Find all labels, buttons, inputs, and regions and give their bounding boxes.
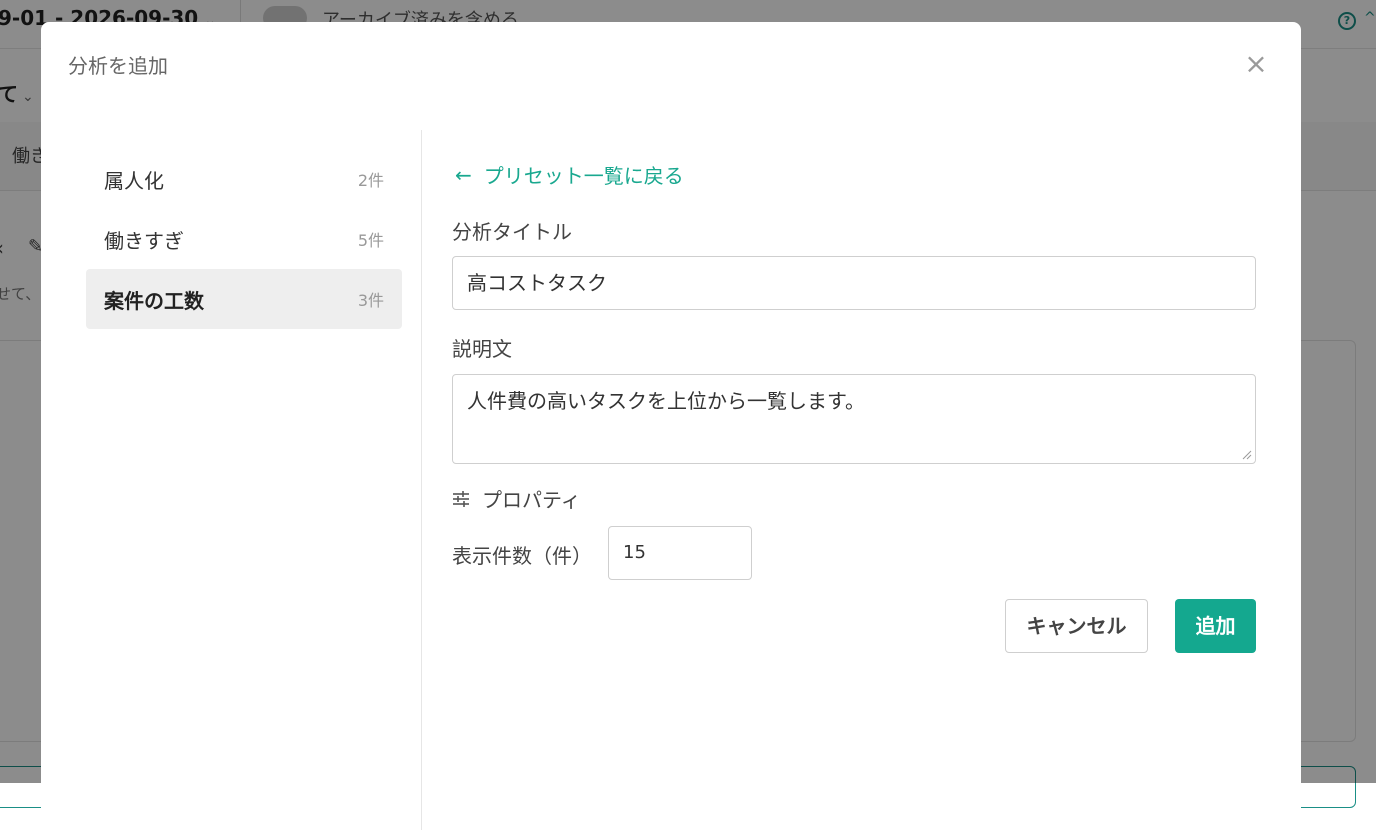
cancel-button[interactable]: キャンセル [1005,599,1148,653]
description-text: 人件費の高いタスクを上位から一覧します。 [467,389,865,413]
count-input[interactable]: 15 [608,526,752,580]
preset-count: 3件 [357,291,384,310]
preset-name: 働きすぎ [104,228,184,253]
count-label: 表示件数（件） [452,544,592,568]
modal-title: 分析を追加 [68,54,168,78]
description-textarea[interactable]: 人件費の高いタスクを上位から一覧します。 [452,374,1256,464]
preset-count: 2件 [357,171,384,190]
analysis-title-input[interactable]: 高コストタスク [452,256,1256,310]
preset-count: 5件 [357,231,384,250]
properties-heading-label: プロパティ [482,488,581,512]
preset-item[interactable]: 働きすぎ 5件 [86,209,402,269]
add-analysis-modal: 分析を追加 × 属人化 2件 働きすぎ 5件 案件の工数 3件 ← プリセット一… [41,22,1301,830]
sliders-icon [453,490,469,507]
add-button[interactable]: 追加 [1175,599,1256,653]
preset-name: 案件の工数 [104,288,204,313]
back-to-presets-link[interactable]: ← プリセット一覧に戻る [455,160,684,189]
resize-grip-icon[interactable] [1242,450,1252,460]
preset-list: 属人化 2件 働きすぎ 5件 案件の工数 3件 [86,149,402,329]
preset-name: 属人化 [104,168,164,193]
title-label: 分析タイトル [452,220,572,244]
description-label: 説明文 [452,337,512,361]
preset-item[interactable]: 属人化 2件 [86,149,402,209]
arrow-left-icon: ← [455,162,472,187]
panel-divider [421,130,422,830]
close-icon[interactable]: × [1241,50,1271,80]
properties-heading: プロパティ [452,484,581,513]
back-link-label: プリセット一覧に戻る [483,164,684,188]
preset-item-selected[interactable]: 案件の工数 3件 [86,269,402,329]
